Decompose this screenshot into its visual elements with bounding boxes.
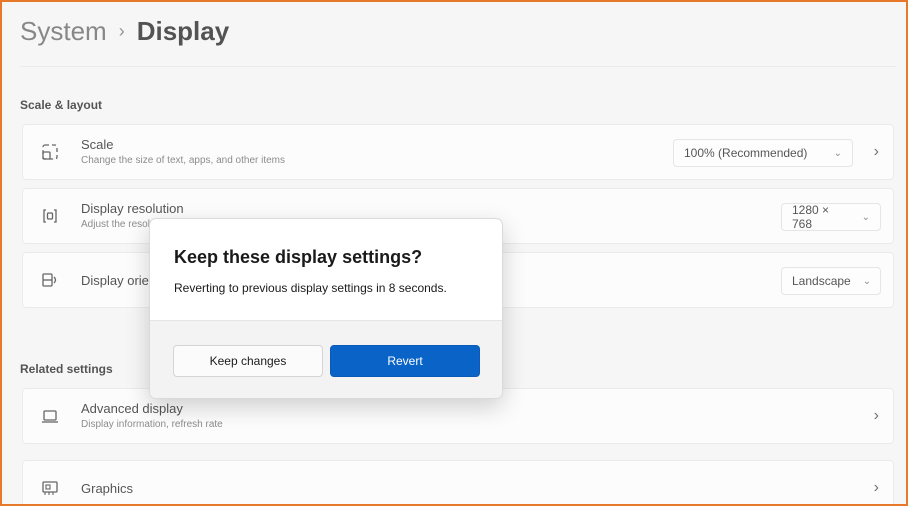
- dialog-title: Keep these display settings?: [174, 247, 423, 267]
- dialog-message: Reverting to previous display settings i…: [174, 281, 447, 295]
- revert-button[interactable]: Revert: [330, 345, 480, 377]
- keep-settings-dialog: Keep these display settings? Reverting t…: [149, 218, 503, 399]
- keep-changes-button[interactable]: Keep changes: [173, 345, 323, 377]
- dialog-footer: Keep changes Revert: [150, 320, 502, 398]
- settings-window: System › Display Scale & layout Scale Ch…: [0, 0, 908, 506]
